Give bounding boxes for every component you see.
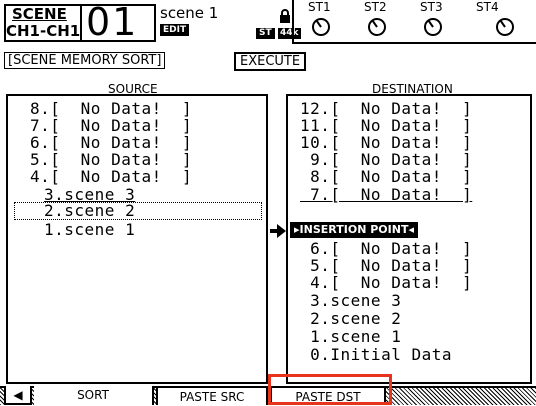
page-title: [SCENE MEMORY SORT] xyxy=(4,52,166,69)
insertion-arrow-left-icon: ◂ xyxy=(408,223,414,236)
st3-label: ST3 xyxy=(420,0,443,14)
source-header-line xyxy=(6,94,268,96)
execute-button[interactable]: EXECUTE xyxy=(234,52,307,71)
destination-row-2[interactable]: 2.scene 2 xyxy=(300,310,401,327)
st4-pan-knob-icon[interactable] xyxy=(496,18,514,36)
st2-label: ST2 xyxy=(364,0,387,14)
page-title-text: SCENE MEMORY SORT xyxy=(13,53,157,68)
destination-header-line xyxy=(286,94,532,96)
scene-name: scene 1 xyxy=(160,4,219,22)
source-row-4[interactable]: 4.[ No Data! ] xyxy=(30,168,192,185)
destination-row-0[interactable]: 0.Initial Data xyxy=(300,346,452,363)
st1-label: ST1 xyxy=(308,0,331,14)
tab-sort[interactable]: SORT xyxy=(34,386,154,405)
scene-number: 01 xyxy=(86,0,139,44)
arrow-right-icon xyxy=(270,223,286,238)
destination-row-6[interactable]: 6.[ No Data! ] xyxy=(300,240,472,257)
destination-row-7[interactable]: 7.[ No Data! ] xyxy=(300,186,472,203)
source-row-6[interactable]: 6.[ No Data! ] xyxy=(30,134,192,151)
destination-row-10[interactable]: 10.[ No Data! ] xyxy=(300,134,472,151)
source-row-2[interactable]: 2.scene 2 xyxy=(44,202,135,219)
edit-badge: EDIT xyxy=(160,24,190,36)
st2-pan-knob-icon[interactable] xyxy=(368,18,386,36)
destination-row-8[interactable]: 8.[ No Data! ] xyxy=(300,168,472,185)
tab-sort-label: SORT xyxy=(77,388,109,402)
tab-paste-src[interactable]: PASTE SRC xyxy=(156,386,268,405)
scene-label: SCENE xyxy=(12,5,67,23)
destination-row-11[interactable]: 11.[ No Data! ] xyxy=(300,117,472,134)
channel-label: CH1-CH1 xyxy=(6,22,81,40)
source-row-8[interactable]: 8.[ No Data! ] xyxy=(30,100,192,117)
highlight-box xyxy=(268,374,392,405)
tab-scroll-left-icon[interactable]: ◀ xyxy=(4,386,32,405)
scene-memory-sort-screen: SCENE CH1-CH1 01 scene 1 EDIT ST 44k ST1… xyxy=(0,0,536,405)
source-row-7[interactable]: 7.[ No Data! ] xyxy=(30,117,192,134)
source-row-5[interactable]: 5.[ No Data! ] xyxy=(30,151,192,168)
destination-row-4[interactable]: 4.[ No Data! ] xyxy=(300,274,472,291)
lock-icon xyxy=(280,8,290,23)
insertion-point-label: INSERTION POINT xyxy=(299,223,409,236)
destination-row-3[interactable]: 3.scene 3 xyxy=(300,292,401,309)
destination-row-12[interactable]: 12.[ No Data! ] xyxy=(300,100,472,117)
destination-row-5[interactable]: 5.[ No Data! ] xyxy=(300,257,472,274)
destination-row-9[interactable]: 9.[ No Data! ] xyxy=(300,151,472,168)
header-divider xyxy=(80,4,82,42)
st3-pan-knob-icon[interactable] xyxy=(424,18,442,36)
st1-pan-knob-icon[interactable] xyxy=(312,18,330,36)
source-row-1[interactable]: 1.scene 1 xyxy=(44,221,135,238)
st-badge: ST xyxy=(256,28,275,39)
tab-paste-src-label: PASTE SRC xyxy=(179,390,245,404)
st4-label: ST4 xyxy=(476,0,499,14)
destination-row-1[interactable]: 1.scene 1 xyxy=(300,328,401,345)
insertion-point-marker[interactable]: ▸INSERTION POINT◂ xyxy=(290,222,418,238)
